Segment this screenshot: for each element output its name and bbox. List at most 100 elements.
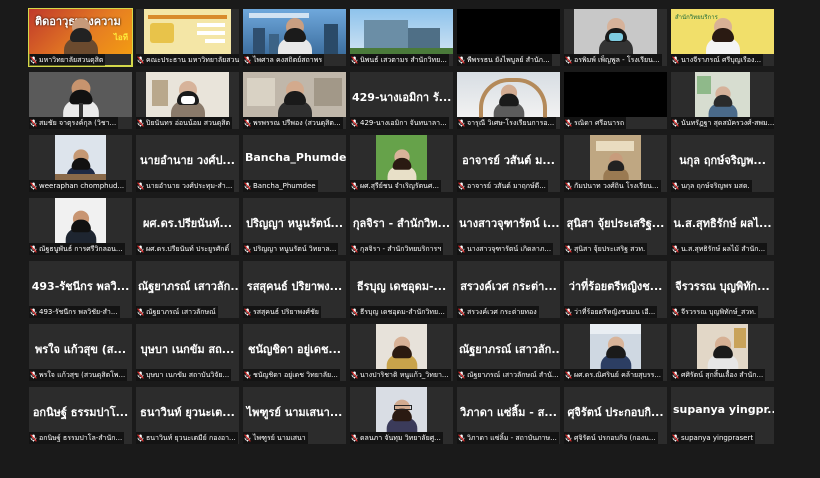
participant-name-label: ศุจิรัตน์ ปรกอบกิจ (กองน... (564, 432, 658, 444)
participant-name-label: อรพิมพ์ เพ็ญพูล - โรงเรียน... (564, 54, 662, 66)
participant-tile[interactable]: Bancha_Phumdee Bancha_Phumdee (243, 135, 346, 192)
participant-tile[interactable]: 429-นางเอมิกา รั... 429-นางเอมิกา จันทนาล… (350, 72, 453, 129)
participant-name-label: ธนาวินท์ ยุวนะเตมีย์ กองอา... (136, 432, 238, 444)
participant-tile[interactable]: ดลนภา จันทุม วิทยาลัยศู... (350, 387, 453, 444)
participant-tile[interactable]: ณัฐยาภรณ์ เสาวลัก... ณัฐยาภรณ์ เสาวลักษณ์… (457, 324, 560, 381)
participant-tile[interactable]: พรใจ แก้วสุข (ส... พรใจ แก้วสุข (สวนดุสิต… (29, 324, 132, 381)
participant-name-label: กุลจิรา - สำนักวิทยบริการฯ (350, 243, 444, 255)
participant-name: กุลจิรา - สำนักวิทยบริการฯ (360, 245, 442, 253)
participant-tile[interactable]: อาจารย์ วสันต์ ม... อาจารย์ วสันต์ มาฤกษ์… (457, 135, 560, 192)
participant-tile[interactable]: กุลจิรา - สำนักวิท... กุลจิรา - สำนักวิทย… (350, 198, 453, 255)
participant-tile[interactable]: นางปาริชาติ หนูแก้ว_วิทยา... (350, 324, 453, 381)
participant-display-name: supanya yingpr... (673, 403, 774, 416)
mic-muted-icon (458, 308, 465, 316)
participant-name: นางสาวจุฑารัตน์ เกิดลาภ... (467, 245, 552, 253)
participant-tile[interactable]: สรวงค์เวศ กระต่า... สรวงค์เวศ กระต่ายทอง (457, 261, 560, 318)
participant-tile[interactable]: ผศ.ดร.ปรียนันท์... ผศ.ดร.ปรียนันท์ ประยูร… (136, 198, 239, 255)
mic-muted-icon (137, 56, 144, 64)
participant-tile[interactable]: สำนักวิทยบริการ นางจีราภรณ์ ศรีบุญเรือง..… (671, 9, 774, 66)
participant-name-label: นางจีราภรณ์ ศรีบุญเรือง... (671, 54, 764, 66)
participant-tile[interactable]: พรพรรณ ปรีพอง (สวนดุสิต... (243, 72, 346, 129)
participant-tile[interactable]: รณิดา ศรีอนารถ (564, 72, 667, 129)
participant-tile[interactable]: นายอำนาย วงศ์ป... นายอำนาย วงศ์ประทุม-สำ.… (136, 135, 239, 192)
participant-tile[interactable]: ติดอาวุธทางความไอทีมหาวิทยาลัยสวนดุสิต (28, 8, 133, 67)
participant-tile[interactable]: นกุล ฤกษ์จริญพ... นกุล ฤกษ์จริญพร มสด. (671, 135, 774, 192)
participant-display-name: ไพฑูรย์ นามเสนา... (246, 406, 343, 419)
participant-tile[interactable]: ว่าที่ร้อยตรีหญิงช... ว่าที่ร้อยตรีหญิงชน… (564, 261, 667, 318)
participant-name-label: Bancha_Phumdee (243, 180, 318, 192)
participant-display-name: ธีรบุญ เดชอุดม-... (356, 280, 447, 293)
participant-tile[interactable]: ธีรบุญ เดชอุดม-... ธีรบุญ เดชอุดม-สำนักวิ… (350, 261, 453, 318)
participant-tile[interactable]: พีพรรธน ยังไพบูลย์ สำนัก... (457, 9, 560, 66)
participant-tile[interactable]: ผศ.สุรีย์ชน จำเริญรัตนศ... (350, 135, 453, 192)
participant-name: นันทรัฏฐา สุดสมัครวงศ์-สพม... (681, 119, 774, 127)
participant-tile[interactable]: วิภาดา แซ่ลิ้ม - ส... วิภาดา แซ่ลิ้ม - สถ… (457, 387, 560, 444)
participant-name: Bancha_Phumdee (253, 182, 316, 190)
mic-muted-icon (565, 119, 572, 127)
participant-tile[interactable]: supanya yingpr... supanya yingprasert (671, 387, 774, 444)
participant-tile[interactable]: ไพศาล คงสถิตย์สถาพร (243, 9, 346, 66)
participant-name: อรพิมพ์ เพ็ญพูล - โรงเรียน... (574, 56, 660, 64)
participant-name: ณัฐยาภรณ์ เสาวลักษณ์ (146, 308, 216, 316)
participant-display-name: นายอำนาย วงศ์ป... (140, 154, 235, 167)
participant-name-label: นางสาวจุฑารัตน์ เกิดลาภ... (457, 243, 554, 255)
participant-tile[interactable]: ไพฑูรย์ นามเสนา... ไพฑูรย์ นามเสนา (243, 387, 346, 444)
participant-tile[interactable]: ชนัญชิดา อยู่เดช... ชนัญชิดา อยู่เดช วิทย… (243, 324, 346, 381)
participant-gallery: ติดอาวุธทางความไอทีมหาวิทยาลัยสวนดุสิตคณ… (28, 8, 774, 444)
participant-display-name: กุลจิรา - สำนักวิท... (352, 217, 451, 230)
participant-tile[interactable]: ผศ.ดร.ณิศรินย์ คล้ายสุบรร... (564, 324, 667, 381)
participant-tile[interactable]: อกนิษฐ์ ธรรมปาโ... อกนิษฐ์ ธรรมปาโล-สำนัก… (29, 387, 132, 444)
participant-tile[interactable]: จารุณี วิเศษ-โรงเรียนการอ... (457, 72, 560, 129)
participant-name-label: วิภาดา แซ่ลิ้ม - สถาบันภาษ... (457, 432, 559, 444)
participant-display-name: รสสุคนธ์ ปริยาพง... (246, 280, 343, 293)
participant-name: อาจารย์ วสันต์ มาฤกษ์ดี... (467, 182, 546, 190)
participant-display-name: Bancha_Phumdee (245, 151, 346, 164)
participant-tile[interactable]: นางสาวจุฑารัตน์ เ... นางสาวจุฑารัตน์ เกิด… (457, 198, 560, 255)
mic-muted-icon (565, 371, 572, 379)
participant-tile[interactable]: นันทรัฏฐา สุดสมัครวงศ์-สพม... (671, 72, 774, 129)
participant-tile[interactable]: นิพนธ์ เสวตามร สำนักวิทย... (350, 9, 453, 66)
mic-muted-icon (30, 371, 37, 379)
participant-name: 429-นางเอมิกา จันทนาลา... (360, 119, 447, 127)
participant-name: นกุล ฤกษ์จริญพร มสด. (681, 182, 750, 190)
participant-tile[interactable]: weeraphan chomphud... (29, 135, 132, 192)
participant-tile[interactable]: ณัฐยาภรณ์ เสาวลัก... ณัฐยาภรณ์ เสาวลักษณ์ (136, 261, 239, 318)
participant-tile[interactable]: รสสุคนธ์ ปริยาพง... รสสุคนธ์ ปริยาพงศ์ชัย (243, 261, 346, 318)
participant-tile[interactable]: ปริญญา หนูนรัตน์... ปริญญา หนูนรัตน์ วิทย… (243, 198, 346, 255)
mic-muted-icon (351, 56, 358, 64)
participant-name: พรใจ แก้วสุข (สวนดุสิตโพ... (39, 371, 126, 379)
mic-muted-icon (458, 371, 465, 379)
mic-muted-icon (137, 308, 144, 316)
participant-display-name: ณัฐยาภรณ์ เสาวลัก... (459, 343, 560, 356)
participant-tile[interactable]: ปิยนันทร อ่อนน้อม สวนดุสิต (136, 72, 239, 129)
participant-tile[interactable]: กัมปนาท วงศ์ถิน โรงเรียน... (564, 135, 667, 192)
participant-display-name: จีรวรรณ บุญพิทัก... (675, 280, 770, 293)
participant-tile[interactable]: บุษบา เนกขัม สถ... บุษบา เนกขัม สถาบันวิจ… (136, 324, 239, 381)
participant-name: ณัฐธนูพันธ์ การศรีวิกลอน... (39, 245, 123, 253)
participant-tile[interactable]: ธนาวินท์ ยุวนะเต... ธนาวินท์ ยุวนะเตมีย์ … (136, 387, 239, 444)
participant-name: วิภาดา แซ่ลิ้ม - สถาบันภาษ... (467, 434, 557, 442)
participant-name-label: นันทรัฏฐา สุดสมัครวงศ์-สพม... (671, 117, 774, 129)
participant-tile[interactable]: อรพิมพ์ เพ็ญพูล - โรงเรียน... (564, 9, 667, 66)
mic-muted-icon (565, 245, 572, 253)
participant-name: ดลนภา จันทุม วิทยาลัยศู... (360, 434, 441, 442)
participant-name: พีพรรธน ยังไพบูลย์ สำนัก... (467, 56, 550, 64)
participant-tile[interactable]: 493-รัชนีกร พลวิ... 493-รัชนีกร พลวิชัย-ส… (29, 261, 132, 318)
participant-name: ชนัญชิดา อยู่เดช วิทยาลัย... (253, 371, 338, 379)
participant-name: ผศ.สุรีย์ชน จำเริญรัตนศ... (360, 182, 440, 190)
participant-name: ธีรบุญ เดชอุดม-สำนักวิทย... (360, 308, 445, 316)
participant-name: นิพนธ์ เสวตามร สำนักวิทย... (360, 56, 447, 64)
participant-tile[interactable]: คณะประธาน มหาวิทยาลัยสวนดุสิต (136, 9, 239, 66)
participant-name-label: ไพฑูรย์ นามเสนา (243, 432, 308, 444)
mic-muted-icon (672, 371, 679, 379)
participant-tile[interactable]: ศศิรัตน์ สุกสิ้นเลื้อง สำนัก... (671, 324, 774, 381)
participant-tile[interactable]: สุนิสา จุ้ยประเสริฐ... สุนิสา จุ้ยประเสริ… (564, 198, 667, 255)
participant-tile[interactable]: จีรวรรณ บุญพิทัก... จีรวรรณ บุญพิทักษ์_สว… (671, 261, 774, 318)
participant-tile[interactable]: น.ส.สุทธิรักษ์ ผลไ... น.ส.สุทธิรักษ์ ผลไม… (671, 198, 774, 255)
mic-muted-icon (672, 119, 679, 127)
participant-display-name: อกนิษฐ์ ธรรมปาโ... (32, 406, 129, 419)
participant-name: supanya yingprasert (681, 434, 754, 442)
participant-tile[interactable]: สมชัย จาตุรงค์กุล (วิชา... (29, 72, 132, 129)
participant-tile[interactable]: ณัฐธนูพันธ์ การศรีวิกลอน... (29, 198, 132, 255)
participant-tile[interactable]: ศุจิรัตน์ ประกอบกิ... ศุจิรัตน์ ปรกอบกิจ … (564, 387, 667, 444)
